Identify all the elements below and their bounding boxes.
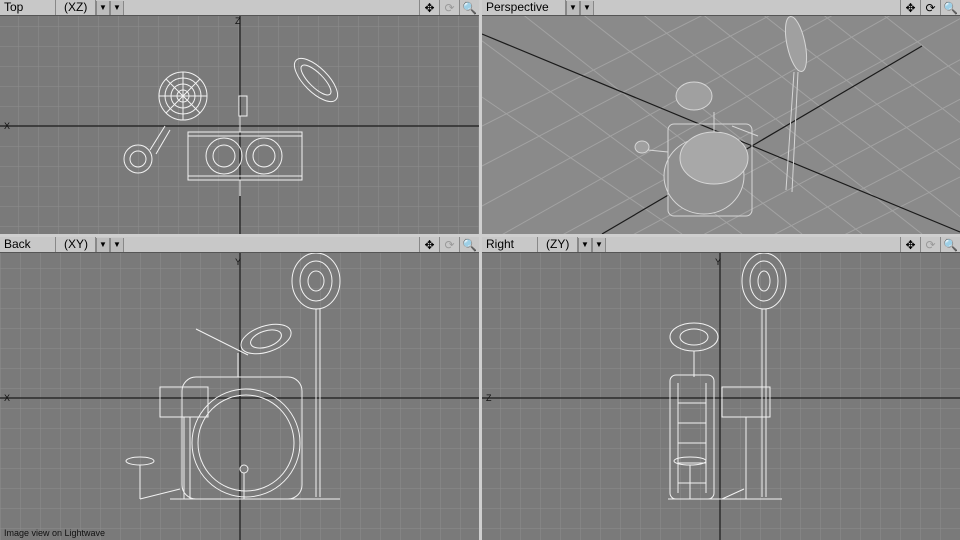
view-axis-selector[interactable]: (XY)	[56, 237, 96, 252]
chevron-down-icon[interactable]: ▼	[580, 0, 594, 15]
zoom-view-icon[interactable]: 🔍	[459, 237, 479, 252]
move-view-icon[interactable]: ✥	[900, 237, 920, 252]
viewport-canvas[interactable]: Y Z	[482, 253, 960, 540]
viewport-canvas[interactable]: Z X	[0, 16, 479, 234]
caption-text: Image view on Lightwave	[4, 528, 105, 538]
viewport-back[interactable]: Back (XY) ▼ ▼ ✥ ⟳ 🔍 Y X Image view on Li…	[0, 237, 479, 540]
move-view-icon[interactable]: ✥	[900, 0, 920, 15]
viewport-canvas[interactable]	[482, 16, 960, 234]
axis-marker-z: Z	[235, 16, 241, 26]
zoom-view-icon[interactable]: 🔍	[940, 0, 960, 15]
rotate-view-icon[interactable]: ⟳	[439, 0, 459, 15]
view-name-label: Back	[0, 237, 56, 252]
chevron-down-icon[interactable]: ▼	[566, 0, 580, 15]
view-axis-selector[interactable]: (XZ)	[56, 0, 96, 15]
viewport-canvas[interactable]: Y X Image view on Lightwave	[0, 253, 479, 540]
chevron-down-icon[interactable]: ▼	[110, 0, 124, 15]
axis-marker-y: Y	[715, 257, 721, 267]
view-name-label: Perspective	[482, 0, 566, 15]
rotate-view-icon[interactable]: ⟳	[920, 0, 940, 15]
viewport-top[interactable]: Top (XZ) ▼ ▼ ✥ ⟳ 🔍 Z X	[0, 0, 479, 234]
move-view-icon[interactable]: ✥	[419, 237, 439, 252]
viewport-perspective[interactable]: Perspective ▼ ▼ ✥ ⟳ 🔍	[482, 0, 960, 234]
viewport-right[interactable]: Right (ZY) ▼ ▼ ✥ ⟳ 🔍 Y Z	[482, 237, 960, 540]
zoom-view-icon[interactable]: 🔍	[940, 237, 960, 252]
chevron-down-icon[interactable]: ▼	[96, 0, 110, 15]
chevron-down-icon[interactable]: ▼	[592, 237, 606, 252]
rotate-view-icon[interactable]: ⟳	[920, 237, 940, 252]
axis-marker-x: X	[4, 121, 10, 131]
viewport-header: Back (XY) ▼ ▼ ✥ ⟳ 🔍	[0, 237, 479, 253]
view-axis-selector[interactable]: (ZY)	[538, 237, 578, 252]
zoom-view-icon[interactable]: 🔍	[459, 0, 479, 15]
rotate-view-icon[interactable]: ⟳	[439, 237, 459, 252]
viewport-header: Top (XZ) ▼ ▼ ✥ ⟳ 🔍	[0, 0, 479, 16]
viewport-header: Perspective ▼ ▼ ✥ ⟳ 🔍	[482, 0, 960, 16]
view-name-label: Top	[0, 0, 56, 15]
chevron-down-icon[interactable]: ▼	[578, 237, 592, 252]
view-name-label: Right	[482, 237, 538, 252]
axis-marker-x: X	[4, 393, 10, 403]
axis-marker-z: Z	[486, 393, 492, 403]
chevron-down-icon[interactable]: ▼	[96, 237, 110, 252]
axis-marker-y: Y	[235, 257, 241, 267]
move-view-icon[interactable]: ✥	[419, 0, 439, 15]
chevron-down-icon[interactable]: ▼	[110, 237, 124, 252]
viewport-header: Right (ZY) ▼ ▼ ✥ ⟳ 🔍	[482, 237, 960, 253]
